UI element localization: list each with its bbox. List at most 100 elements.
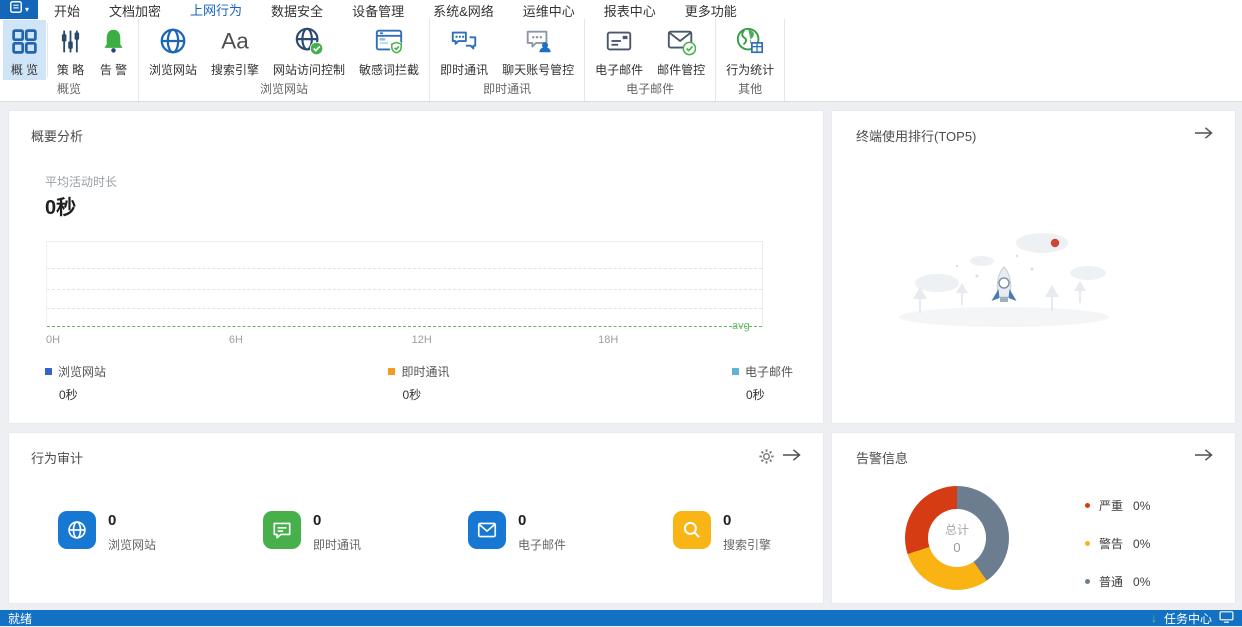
audit-item-im[interactable]: 0 即时通讯	[263, 511, 468, 553]
status-ready-text: 就绪	[8, 611, 33, 626]
audit-label: 浏览网站	[108, 538, 157, 552]
ribbon-group-label: 浏览网站	[260, 82, 309, 96]
gear-icon[interactable]	[758, 448, 775, 465]
main-menu: 开始 文档加密 上网行为 数据安全 设备管理 系统&网络 运维中心 报表中心 更…	[38, 0, 738, 21]
legend-dot	[1085, 541, 1090, 546]
legend-dot	[1085, 503, 1090, 508]
audit-count: 0	[723, 512, 732, 529]
ribbon-button-search-engine[interactable]: Aa 搜索引擎	[204, 20, 266, 80]
ribbon-toolbar: 概 览 策 略 告 警 概览 浏览网站 Aa 搜索引擎 网站访问控制 敏感词拦截…	[0, 19, 1242, 102]
bell-icon	[99, 24, 128, 58]
donut-center: 总计 0	[928, 509, 986, 567]
audit-count: 0	[518, 512, 527, 529]
card-title: 行为审计	[31, 451, 84, 466]
x-tick: 12H	[411, 334, 432, 346]
mail-icon	[604, 24, 634, 58]
legend-label: 电子邮件	[744, 365, 793, 379]
mail-icon	[468, 511, 506, 549]
ribbon-button-sensitive-word-block[interactable]: 敏感词拦截	[352, 20, 426, 80]
ribbon-button-browse-website[interactable]: 浏览网站	[142, 20, 204, 80]
legend-dot	[1085, 579, 1090, 584]
ribbon-button-email[interactable]: 电子邮件	[588, 20, 650, 80]
ribbon-group-im: 即时通讯 聊天账号管控 即时通讯	[430, 19, 586, 101]
audit-count: 0	[313, 512, 322, 529]
tab-report-center[interactable]: 报表中心	[603, 0, 657, 20]
tab-system-network[interactable]: 系统&网络	[432, 0, 495, 20]
alarm-legend: 严重 0% 警告 0% 普通 0%	[1085, 497, 1150, 590]
summary-analysis-card: 概要分析 平均活动时长 0秒 avg 0H 6H 12H 18H 浏览网站 0秒…	[8, 110, 824, 424]
titlebar: ▾ 开始 文档加密 上网行为 数据安全 设备管理 系统&网络 运维中心 报表中心…	[0, 0, 1242, 21]
chat-user-icon	[523, 24, 553, 58]
ribbon-button-overview[interactable]: 概 览	[3, 20, 46, 80]
ribbon-button-label: 行为统计	[726, 63, 775, 77]
ribbon-group-email: 电子邮件 邮件管控 电子邮件	[585, 19, 717, 101]
chart-gridline	[47, 288, 762, 290]
ribbon-button-alert[interactable]: 告 警	[92, 20, 135, 80]
legend-label: 严重	[1099, 499, 1124, 513]
arrow-right-icon[interactable]	[782, 448, 801, 462]
legend-item-im: 即时通讯 0秒	[388, 363, 450, 403]
alarm-legend-normal: 普通 0%	[1085, 573, 1150, 590]
legend-value: 0秒	[59, 388, 78, 402]
legend-swatch	[388, 368, 396, 375]
donut-center-value: 0	[953, 540, 961, 555]
globe-icon	[158, 24, 188, 58]
arrow-right-icon[interactable]	[1194, 448, 1213, 462]
metric-label: 平均活动时长	[45, 175, 118, 189]
ribbon-button-chat-account-control[interactable]: 聊天账号管控	[495, 20, 581, 80]
mail-check-icon	[666, 24, 697, 58]
legend-value: 0秒	[745, 388, 765, 402]
tab-data-security[interactable]: 数据安全	[270, 0, 324, 20]
red-dot	[1050, 238, 1060, 248]
ribbon-button-label: 即时通讯	[440, 63, 489, 77]
task-center-button[interactable]: ↓ 任务中心	[1151, 610, 1234, 627]
chevron-down-icon: ▾	[24, 4, 29, 14]
ribbon-group-label: 即时通讯	[483, 82, 532, 96]
tab-internet-behavior[interactable]: 上网行为	[189, 0, 244, 21]
app-menu-button[interactable]: ▾	[0, 0, 38, 19]
ribbon-button-label: 聊天账号管控	[502, 63, 575, 77]
ribbon-button-policy[interactable]: 策 略	[49, 20, 92, 80]
ribbon-button-label: 邮件管控	[657, 63, 706, 77]
globe-check-icon	[294, 24, 324, 58]
legend-label: 浏览网站	[58, 365, 107, 379]
ribbon-button-label: 搜索引擎	[211, 63, 260, 77]
tab-ops-center[interactable]: 运维中心	[522, 0, 576, 20]
audit-label: 电子邮件	[518, 538, 567, 552]
task-center-label: 任务中心	[1163, 611, 1212, 626]
ribbon-button-label: 网站访问控制	[273, 63, 346, 77]
tab-document-encryption[interactable]: 文档加密	[108, 0, 162, 20]
legend-pct: 0%	[1133, 574, 1151, 589]
tab-device-management[interactable]: 设备管理	[351, 0, 405, 20]
ribbon-button-label: 告 警	[99, 63, 128, 77]
donut-center-label: 总计	[944, 523, 969, 537]
ribbon-button-email-control[interactable]: 邮件管控	[650, 20, 712, 80]
legend-swatch	[731, 368, 739, 375]
x-tick: 0H	[46, 334, 61, 346]
legend-value: 0秒	[402, 388, 422, 402]
activity-line-chart	[46, 241, 763, 327]
metric-value: 0秒	[45, 197, 77, 219]
legend-pct: 0%	[1133, 536, 1151, 551]
audit-items: 0 浏览网站 0 即时通讯 0 电子邮件 0 搜索引擎	[58, 511, 878, 553]
avg-line-label: avg	[732, 320, 750, 332]
ribbon-button-website-access-control[interactable]: 网站访问控制	[266, 20, 352, 80]
ribbon-button-behavior-stats[interactable]: 行为统计	[719, 20, 781, 80]
tab-start[interactable]: 开始	[53, 0, 81, 20]
svg-text:Aa: Aa	[221, 29, 249, 54]
ribbon-button-im[interactable]: 即时通讯	[433, 20, 495, 80]
legend-swatch	[45, 368, 52, 375]
audit-item-email[interactable]: 0 电子邮件	[468, 511, 673, 553]
monitor-icon[interactable]	[1219, 610, 1234, 626]
legend-pct: 0%	[1133, 498, 1151, 513]
app-menu-icon	[9, 0, 23, 19]
status-bar: 就绪 ↓ 任务中心	[0, 610, 1242, 626]
tab-more-features[interactable]: 更多功能	[684, 0, 738, 20]
legend-label: 普通	[1099, 575, 1124, 589]
arrow-right-icon[interactable]	[1194, 126, 1213, 140]
ribbon-button-label: 电子邮件	[595, 63, 644, 77]
audit-item-browse-website[interactable]: 0 浏览网站	[58, 511, 263, 553]
legend-label: 警告	[1099, 537, 1124, 551]
browser-shield-icon	[374, 24, 404, 58]
empty-state-illustration	[892, 221, 1122, 338]
